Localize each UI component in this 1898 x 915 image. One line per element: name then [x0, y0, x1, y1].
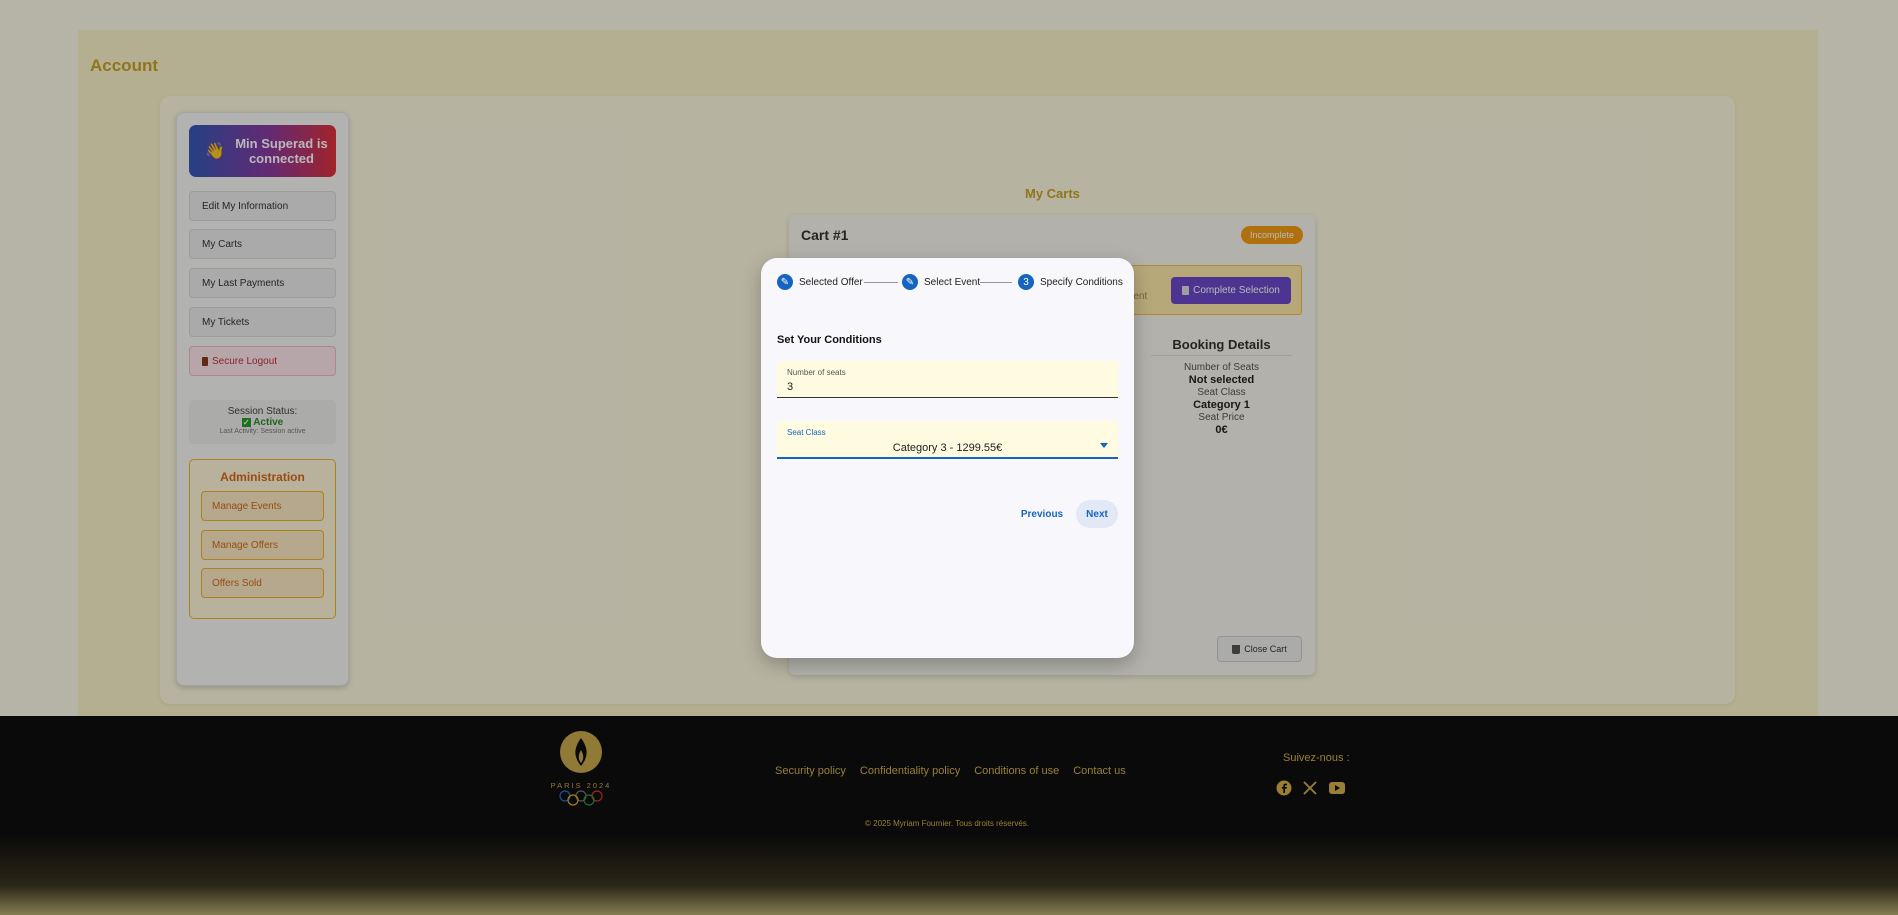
seat-class-value: Category 3 - 1299.55€	[892, 442, 1003, 454]
step-connector	[864, 282, 898, 283]
seats-field-value: 3	[787, 381, 794, 393]
number-of-seats-field[interactable]: Number of seats 3	[777, 361, 1118, 398]
step-selected-offer: ✎ Selected Offer	[777, 274, 863, 290]
step-specify-conditions: 3 Specify Conditions	[1018, 274, 1123, 290]
conditions-title: Set Your Conditions	[777, 334, 882, 346]
step-label: Select Event	[924, 276, 981, 288]
step-select-event: ✎ Select Event	[902, 274, 980, 290]
seats-field-label: Number of seats	[787, 368, 846, 377]
seat-class-label: Seat Class	[787, 428, 826, 437]
pencil-icon: ✎	[902, 274, 918, 290]
step-connector	[980, 282, 1012, 283]
step-number: 3	[1018, 274, 1034, 290]
previous-button[interactable]: Previous	[1015, 500, 1069, 528]
step-label: Selected Offer	[799, 276, 863, 288]
seat-class-select[interactable]: Seat Class Category 3 - 1299.55€	[777, 421, 1118, 459]
step-label: Specify Conditions	[1040, 276, 1123, 288]
chevron-down-icon	[1100, 443, 1108, 448]
next-button[interactable]: Next	[1076, 500, 1118, 528]
pencil-icon: ✎	[777, 274, 793, 290]
